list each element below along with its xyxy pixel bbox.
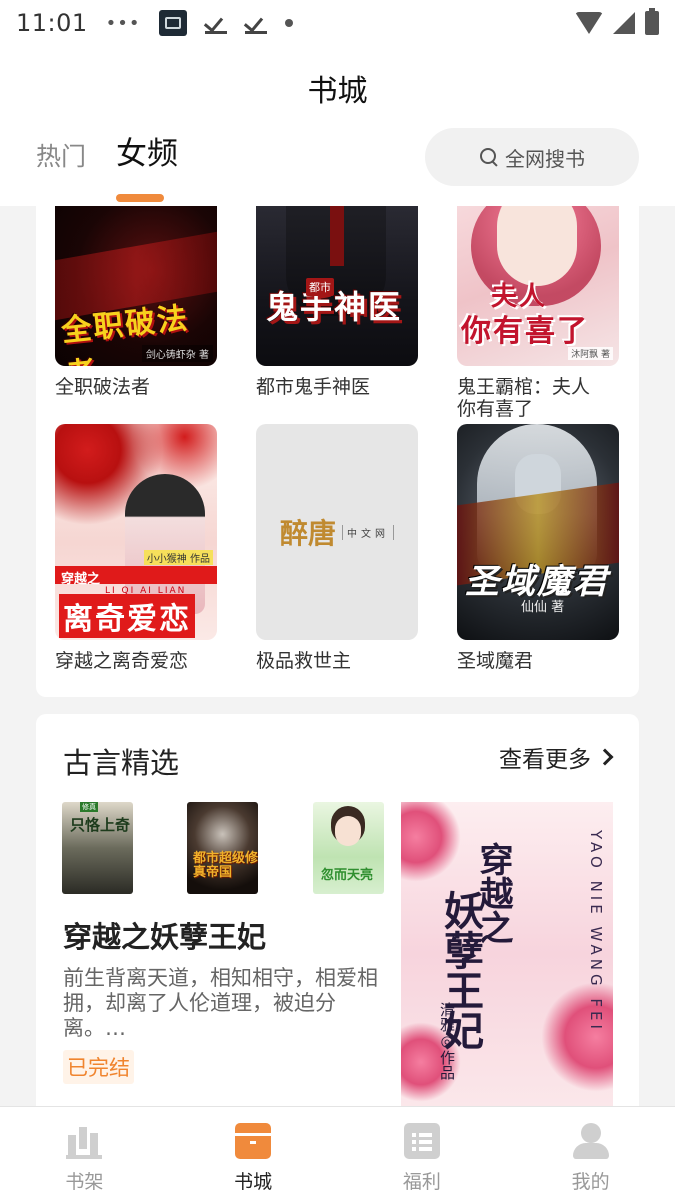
tab-female[interactable]: 女频 [116,128,178,173]
profile-icon [572,1123,609,1159]
cover-author: 沐阿飘 著 [568,347,613,360]
book-cover: 全职破法者 剑心铸虾杂 著 [55,206,217,366]
download-done-icon [244,12,267,34]
thumbnail-text: 都市超级修真帝国 [193,851,258,880]
cover-pinyin: YAO NIE WANG FEI [587,830,605,1033]
cover-title: 鬼手神医 [266,288,403,326]
book-title: 极品救世主 [256,650,352,672]
tab-indicator [116,194,164,202]
book-title: 穿越之离奇爱恋 [55,650,189,672]
book-title: 全职破法者 [55,376,151,398]
book-cover: 夫人 你有喜了 沐阿飘 著 [457,206,619,366]
cover-author: 剑心铸虾杂 著 [141,345,213,362]
cover-author: 仙仙 著 [521,600,565,615]
book-thumbnail[interactable]: 修真 只恪上奇 [62,802,133,894]
welfare-icon [403,1123,440,1159]
classic-section: 古言精选 查看更多 修真 只恪上奇 都市超级修真帝国 忽而天亮 穿越之妖孽王妃 … [36,714,639,1106]
status-right-icons [575,8,659,35]
wifi-icon [575,12,603,34]
cover-author: 清雅◎作品 [438,1002,456,1080]
status-badge: 已完结 [63,1050,134,1084]
dot-icon [284,19,293,27]
book-thumbnail[interactable]: 都市超级修真帝国 [187,802,258,894]
battery-icon [645,8,659,35]
book-item[interactable]: 小小猴神 作品 穿越之 LI QI AI LIAN 离奇爱恋 穿越之离奇爱恋 [55,424,217,672]
app-notification-icon [158,10,187,36]
book-item[interactable]: 全职破法者 剑心铸虾杂 著 全职破法者 [55,206,217,398]
nav-profile[interactable]: 我的 [506,1107,675,1200]
book-cover: 小小猴神 作品 穿越之 LI QI AI LIAN 离奇爱恋 [55,424,217,640]
status-time: 11:01 [16,9,88,37]
search-button[interactable]: 全网搜书 [425,128,639,186]
book-cover: 圣域魔君 仙仙 著 [457,424,619,640]
nav-label: 我的 [571,1171,610,1193]
book-cover: 鬼手神医 都市 [256,206,418,366]
book-item[interactable]: 圣域魔君 仙仙 著 圣域魔君 [457,424,619,672]
see-more-label: 查看更多 [499,747,591,773]
more-dots-icon: ••• [105,12,141,34]
tab-hot[interactable]: 热门 [36,137,86,173]
cover-title: 你有喜了 [461,314,589,349]
book-title: 都市鬼手神医 [256,376,371,398]
bookshelf-icon [66,1123,103,1159]
nav-label: 书架 [65,1171,104,1193]
book-cover-placeholder: 醉唐 中文网 [256,424,418,640]
book-item[interactable]: 鬼手神医 都市 都市鬼手神医 [256,206,418,398]
nav-bookstore[interactable]: 书城 [169,1107,338,1200]
thumbnail-text: 只恪上奇 [70,816,131,834]
chevron-right-icon [596,748,614,766]
book-thumbnail[interactable]: 忽而天亮 [313,802,384,894]
nav-welfare[interactable]: 福利 [338,1107,507,1200]
logo-cn: 中文网 [342,524,394,540]
search-icon [479,147,499,167]
see-more-link[interactable]: 查看更多 [499,740,614,774]
nav-label: 福利 [402,1171,441,1193]
thumbnail-text: 忽而天亮 [321,868,374,883]
nav-label: 书城 [234,1171,273,1193]
nav-bookshelf[interactable]: 书架 [0,1107,169,1200]
book-item[interactable]: 醉唐 中文网 极品救世主 [256,424,418,672]
logo-text: 醉唐 [279,517,336,550]
section-title: 古言精选 [63,746,180,780]
book-title: 鬼王霸棺：夫人你有喜了 [457,376,591,420]
featured-book-description: 前生背离天道，相知相守，相爱相拥，却离了人伦道理，被迫分离。… [63,966,378,1040]
page-title: 书城 [307,74,368,109]
book-title: 圣域魔君 [457,650,534,672]
header: 书城 热门 女频 全网搜书 [0,46,675,206]
cover-subtitle: 穿越之 [61,572,101,587]
cover-title: 离奇爱恋 [59,594,195,638]
search-label: 全网搜书 [505,146,585,171]
status-bar: 11:01 ••• [0,0,675,46]
featured-book-cover[interactable]: YAO NIE WANG FEI 穿越之 妖孽王妃 清雅◎作品 [401,802,613,1106]
book-item[interactable]: 夫人 你有喜了 沐阿飘 著 鬼王霸棺：夫人你有喜了 [457,206,619,420]
bottom-nav: 书架 书城 福利 我的 [0,1106,675,1200]
publisher-logo: 醉唐 中文网 [280,512,394,552]
signal-icon [613,12,635,34]
category-tabs: 热门 女频 [36,128,178,173]
cover-author: 小小猴神 作品 [143,550,213,565]
cover-tag: 都市 [306,278,334,296]
featured-book-title[interactable]: 穿越之妖孽王妃 [63,914,266,956]
status-left-icons: ••• [106,10,293,36]
book-grid: 全职破法者 剑心铸虾杂 著 全职破法者 鬼手神医 都市 都市鬼手神医 夫人 你有… [36,206,639,697]
download-done-icon [204,12,227,34]
bookstore-icon [235,1123,272,1159]
